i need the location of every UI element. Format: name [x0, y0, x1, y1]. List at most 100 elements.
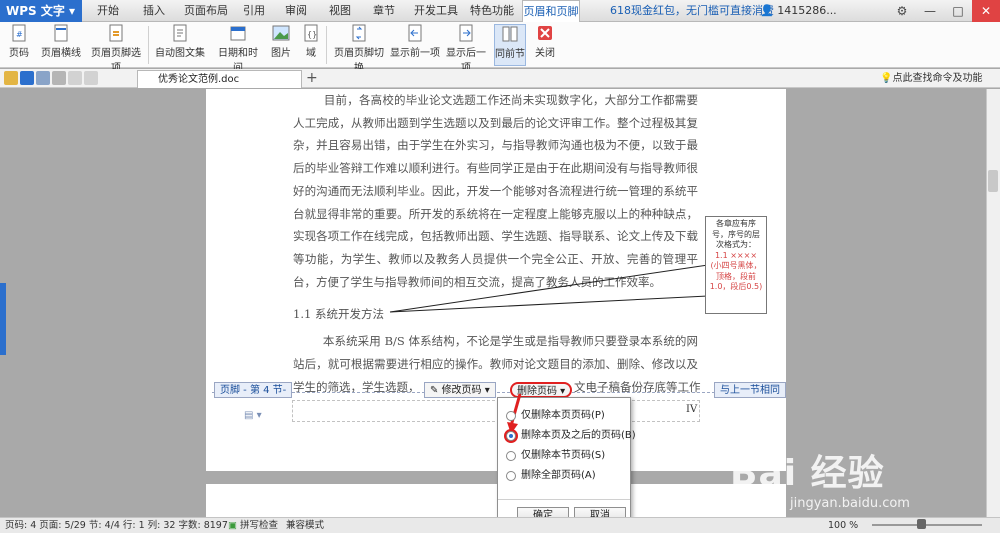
menu-item-label: 仅删除本页页码(P) — [521, 410, 605, 421]
same-as-prev-button[interactable]: 同前节 — [494, 24, 526, 66]
body-paragraph-2-tail[interactable]: 文电子稿备份存底等工作 — [574, 376, 701, 399]
show-next-button[interactable]: 显示后一项 — [442, 24, 490, 74]
vertical-scrollbar[interactable] — [986, 89, 1000, 517]
close-hf-button[interactable]: 关闭 — [532, 24, 558, 66]
menu-item-delete-this-section[interactable]: 仅删除本节页码(S) — [503, 447, 605, 465]
user-icon: 👤 — [760, 4, 778, 17]
hf-switch-button[interactable]: 页眉页脚切换 — [330, 24, 388, 74]
paste-options-icon[interactable]: ▤ ▾ — [244, 410, 262, 421]
svg-text:{}: {} — [307, 30, 317, 39]
tab-references[interactable]: 引用 — [236, 0, 272, 22]
same-as-prev-label[interactable]: 与上一节相同 — [714, 382, 786, 398]
menu-item-delete-this-page[interactable]: 仅删除本页页码(P) — [503, 407, 605, 425]
undo-icon[interactable] — [68, 71, 82, 85]
spell-check-label: 拼写检查 — [240, 520, 279, 531]
save-icon[interactable] — [20, 71, 34, 85]
page-number-button[interactable]: # 页码 — [4, 24, 34, 66]
menu-item-label: 删除全部页码(A) — [521, 470, 596, 481]
zoom-slider-handle[interactable] — [917, 519, 926, 529]
link-sections-icon — [502, 26, 518, 42]
check-icon: ▣ — [228, 520, 240, 531]
show-prev-button[interactable]: 显示前一项 — [390, 24, 440, 66]
tab-developer[interactable]: 开发工具 — [410, 0, 462, 22]
promo-link[interactable]: 618现金红包，无门槛可直接消费 — [610, 0, 774, 22]
radio-selected-icon — [506, 431, 516, 441]
section-heading[interactable]: 1.1 系统开发方法 — [293, 303, 384, 325]
picture-label: 图片 — [271, 48, 291, 59]
tab-section[interactable]: 章节 — [366, 0, 402, 22]
edit-page-number-label: 修改页码 — [441, 385, 482, 396]
zoom-level[interactable]: 100 % — [828, 518, 858, 533]
open-icon[interactable] — [4, 71, 18, 85]
scrollbar-thumb[interactable] — [988, 170, 998, 192]
footer-section-label: 页脚 - 第 4 节- — [214, 382, 293, 398]
baidu-watermark-url: jingyan.baidu.com — [790, 496, 910, 511]
field-label: 域 — [306, 48, 316, 59]
new-tab-icon[interactable]: + — [306, 70, 318, 86]
tab-home[interactable]: 开始 — [88, 0, 128, 22]
tab-review[interactable]: 审阅 — [278, 0, 314, 22]
edit-page-number-button[interactable]: ✎ 修改页码 ▾ — [424, 382, 496, 398]
footer-page-number[interactable]: IV — [686, 404, 697, 415]
radio-icon — [506, 411, 516, 421]
document-tab[interactable]: 优秀论文范例.doc — [137, 70, 302, 88]
calendar-icon — [230, 26, 246, 41]
preview-icon[interactable] — [52, 71, 66, 85]
print-icon[interactable] — [36, 71, 50, 85]
hf-options-button[interactable]: 页眉页脚选项 — [88, 24, 144, 74]
bulb-icon: 💡 — [880, 73, 893, 84]
edit-icon: ✎ — [430, 385, 442, 396]
left-pane-grip[interactable] — [0, 283, 6, 355]
document-tab-title: 优秀论文范例.doc — [158, 74, 240, 85]
tab-insert[interactable]: 插入 — [134, 0, 174, 22]
minimize-icon[interactable]: — — [916, 0, 944, 22]
annotation-text-1: 各章应有序号，序号的层次格式为： — [712, 219, 760, 249]
field-icon: {} — [304, 24, 318, 42]
tab-header-footer[interactable]: 页眉和页脚 — [522, 0, 580, 22]
annotation-text-2: 1.1 ×××× (小四号黑体，顶格，段前1.0，段后0.5) — [709, 250, 763, 292]
command-search[interactable]: 💡点此查找命令及功能 — [880, 70, 982, 88]
radio-icon — [506, 451, 516, 461]
hf-options-icon — [109, 24, 123, 42]
command-search-label: 点此查找命令及功能 — [892, 73, 983, 84]
app-name: WPS 文字 — [6, 4, 65, 18]
arrow-right-icon — [459, 24, 473, 42]
menu-divider — [498, 499, 630, 500]
menu-item-label: 仅删除本节页码(S) — [521, 450, 606, 461]
status-info: 页码: 4 页面: 5/29 节: 4/4 行: 1 列: 32 字数: 819… — [5, 520, 228, 531]
annotation-box: 各章应有序号，序号的层次格式为： 1.1 ×××× (小四号黑体，顶格，段前1.0… — [705, 216, 767, 314]
user-account[interactable]: 👤 1415286... — [760, 0, 837, 22]
footer-area[interactable] — [292, 400, 700, 422]
page-number-label: 页码 — [9, 48, 29, 59]
close-hf-icon — [538, 26, 552, 40]
menu-item-delete-from-this-page[interactable]: 删除本页及之后的页码(B) — [503, 427, 636, 445]
body-paragraph-2[interactable]: 本系统采用 B/S 体系结构，不论是学生或是指导教师只要登录本系统的网站后，就可… — [293, 330, 698, 376]
picture-button[interactable]: 图片 — [266, 24, 296, 66]
tab-special[interactable]: 特色功能 — [466, 0, 518, 22]
ribbon-divider — [326, 26, 327, 64]
close-icon[interactable]: ✕ — [972, 0, 1000, 22]
skin-icon[interactable]: ⚙ — [888, 0, 916, 22]
tab-view[interactable]: 视图 — [322, 0, 358, 22]
wps-app-menu-button[interactable]: WPS 文字 ▾ — [0, 0, 82, 22]
redo-icon[interactable] — [84, 71, 98, 85]
tab-page-layout[interactable]: 页面布局 — [180, 0, 232, 22]
zoom-slider[interactable] — [872, 524, 982, 526]
field-button[interactable]: {} 域 — [300, 24, 322, 66]
spell-check-toggle[interactable]: ▣ 拼写检查 — [228, 518, 278, 533]
menu-item-delete-all[interactable]: 删除全部页码(A) — [503, 467, 596, 485]
show-prev-label: 显示前一项 — [390, 48, 440, 59]
radio-icon — [506, 471, 516, 481]
user-name: 1415286... — [777, 4, 837, 17]
auto-text-button[interactable]: 自动图文集 — [154, 24, 206, 66]
picture-icon — [272, 25, 290, 41]
maximize-icon[interactable]: □ — [944, 0, 972, 22]
date-time-button[interactable]: 日期和时间 — [214, 24, 262, 74]
next-document-page[interactable] — [206, 484, 786, 519]
ribbon-divider — [148, 26, 149, 64]
header-line-label: 页眉横线 — [41, 48, 81, 59]
switch-icon — [352, 24, 366, 42]
arrow-left-icon — [408, 24, 422, 42]
header-line-button[interactable]: 页眉横线 — [38, 24, 84, 66]
body-paragraph-2-line3[interactable]: 学生的筛选，学生选题， — [293, 376, 428, 398]
